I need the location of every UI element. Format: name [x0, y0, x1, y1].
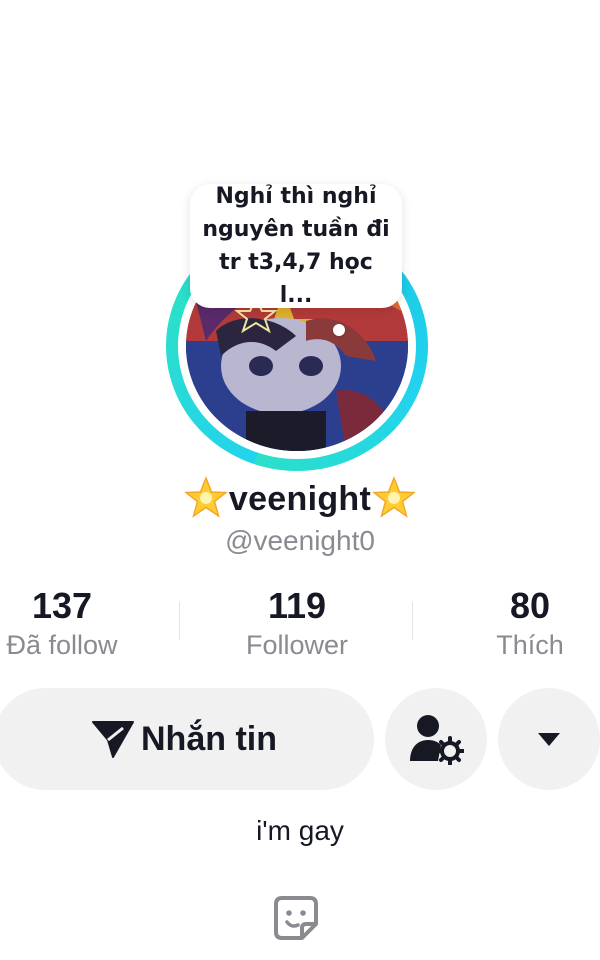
following-label: Đã follow [6, 630, 118, 660]
star-emoji-right [372, 476, 417, 518]
bio-text: i'm gay [256, 815, 344, 846]
more-options-button[interactable] [498, 688, 600, 790]
sticker-icon[interactable] [272, 894, 320, 942]
likes-count: 80 [509, 585, 551, 626]
profile-note-text: Nghỉ thì nghỉ nguyên tuần đi tr t3,4,7 h… [202, 184, 390, 308]
caret-down-icon [538, 733, 560, 746]
stat-following[interactable]: 137 Đã follow [0, 583, 162, 661]
stat-followers[interactable]: 119 Follower [197, 583, 397, 661]
friend-settings-button[interactable] [385, 688, 487, 790]
send-icon [92, 721, 134, 758]
bubble-tail-dot [333, 324, 345, 336]
message-button-label: Nhắn tin [141, 719, 277, 758]
stat-likes[interactable]: 80 Thích [430, 583, 600, 661]
star-emoji-left [183, 476, 228, 518]
display-name: veenight [0, 476, 600, 522]
message-button[interactable]: Nhắn tin [0, 688, 374, 790]
stat-divider [179, 602, 180, 640]
followers-count: 119 [267, 585, 327, 626]
display-name-text: veenight [228, 480, 372, 518]
user-settings-icon [410, 715, 464, 765]
profile-note-bubble[interactable]: Nghỉ thì nghỉ nguyên tuần đi tr t3,4,7 h… [190, 184, 402, 308]
stat-divider [412, 602, 413, 640]
following-count: 137 [31, 585, 93, 626]
username: @veenight0 [225, 525, 375, 556]
followers-label: Follower [245, 630, 349, 660]
likes-label: Thích [496, 630, 564, 660]
